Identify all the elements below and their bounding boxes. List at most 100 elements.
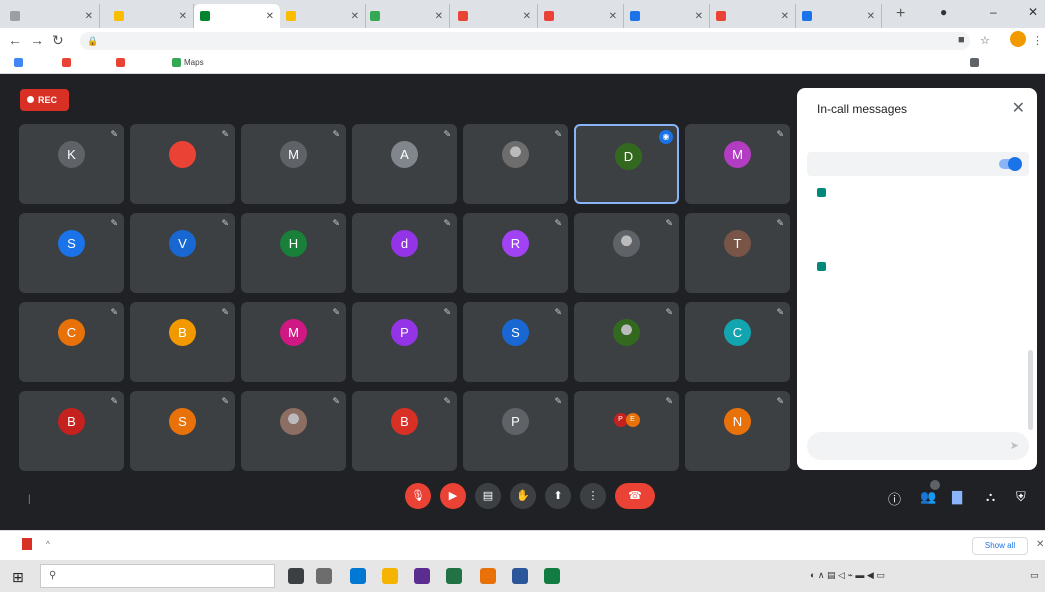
participant-tile[interactable]: ✎ P — [352, 302, 457, 382]
browser-tab[interactable]: ✕ — [194, 4, 280, 28]
participant-tile[interactable]: ✎ — [574, 213, 679, 293]
excel-icon[interactable] — [544, 568, 560, 584]
edge-icon[interactable] — [350, 568, 366, 584]
participant-tile[interactable]: ✎ K — [19, 124, 124, 204]
participant-tile[interactable]: ✎ C — [685, 302, 790, 382]
send-icon[interactable]: ➤ — [1010, 432, 1019, 460]
reload-icon[interactable]: ↻ — [52, 32, 64, 49]
camera-off-button[interactable]: ▶ — [440, 483, 466, 509]
new-tab-icon[interactable]: + — [896, 5, 905, 23]
chrome-icon[interactable] — [480, 568, 496, 584]
participant-tile[interactable]: ✎ S — [19, 213, 124, 293]
browser-tab[interactable]: ✕ — [452, 4, 538, 28]
host-controls-icon[interactable]: ⛨ — [1016, 489, 1026, 505]
bookmark-item[interactable] — [116, 58, 128, 67]
participant-tile[interactable]: ✎ — [241, 391, 346, 471]
close-tab-icon[interactable]: ✕ — [431, 11, 443, 22]
close-icon[interactable]: ✕ — [1012, 98, 1025, 118]
avatar[interactable] — [1010, 31, 1026, 47]
file-explorer-icon[interactable] — [382, 568, 398, 584]
close-tab-icon[interactable]: ✕ — [347, 11, 359, 22]
close-tab-icon[interactable]: ✕ — [863, 11, 875, 22]
participant-tile[interactable]: ◉ D — [574, 124, 679, 204]
close-tab-icon[interactable]: ✕ — [519, 11, 531, 22]
browser-tab[interactable]: ✕ — [624, 4, 710, 28]
bookmark-item[interactable] — [62, 58, 74, 67]
close-tab-icon[interactable]: ✕ — [81, 11, 93, 22]
browser-tab[interactable]: ✕ — [280, 4, 366, 28]
show-all-button[interactable]: Show all — [972, 537, 1028, 555]
chevron-up-icon[interactable]: ^ — [46, 540, 50, 549]
participant-tile[interactable]: ✎ C — [19, 302, 124, 382]
profile-badge-icon[interactable]: ● — [940, 5, 947, 19]
participant-tile[interactable]: ✎ S — [463, 302, 568, 382]
participant-tile[interactable]: ✎ M — [685, 124, 790, 204]
chat-scrollbar[interactable] — [1028, 350, 1033, 430]
close-tab-icon[interactable]: ✕ — [175, 11, 187, 22]
participant-tile[interactable]: ✎ M — [241, 124, 346, 204]
store-icon[interactable] — [414, 568, 430, 584]
bookmark-item[interactable]: Maps — [172, 58, 204, 67]
participant-tile[interactable]: ✎ — [574, 302, 679, 382]
close-tab-icon[interactable]: ✕ — [605, 11, 617, 22]
participant-tile[interactable]: ✎ P E — [574, 391, 679, 471]
windows-start-icon[interactable]: ⊞ — [12, 569, 24, 586]
participant-tile[interactable]: ✎ — [463, 124, 568, 204]
camera-icon[interactable]: ■ — [958, 34, 965, 46]
info-icon[interactable]: ⓘ — [888, 489, 901, 508]
participant-tile[interactable]: ✎ N — [685, 391, 790, 471]
notifications-icon[interactable]: ▭ — [1030, 570, 1039, 581]
download-item[interactable]: ^ — [22, 538, 50, 550]
participant-tile[interactable]: ✎ A — [352, 124, 457, 204]
word-icon[interactable] — [512, 568, 528, 584]
task-view-icon[interactable] — [316, 568, 332, 584]
close-icon[interactable]: ✕ — [1036, 539, 1044, 550]
taskbar-search[interactable]: ⚲ — [40, 564, 275, 588]
menu-icon[interactable]: ⋮ — [1032, 34, 1043, 47]
chat-input[interactable]: ➤ — [807, 432, 1029, 460]
close-tab-icon[interactable]: ✕ — [262, 11, 274, 22]
forward-icon[interactable]: → — [30, 32, 44, 48]
address-bar[interactable]: 🔒 — [80, 32, 970, 50]
minimize-icon[interactable]: – — [990, 5, 997, 19]
leave-call-button[interactable]: ☎ — [615, 483, 655, 509]
bookmark-item[interactable] — [14, 58, 26, 67]
raise-hand-button[interactable]: ✋ — [510, 483, 536, 509]
back-icon[interactable]: ← — [8, 32, 22, 48]
participant-tile[interactable]: ✎ M — [241, 302, 346, 382]
chat-permission-toggle[interactable] — [999, 157, 1022, 171]
bookmark-star-icon[interactable]: ☆ — [980, 34, 990, 47]
participant-tile[interactable]: ✎ P — [463, 391, 568, 471]
tray-icons[interactable]: ◐ ∧ ▤ ◁ ⌁ ▬ ◀ ▭ — [810, 570, 885, 581]
close-tab-icon[interactable]: ✕ — [691, 11, 703, 22]
browser-tab[interactable]: ✕ — [4, 4, 100, 28]
participant-tile[interactable]: ✎ — [130, 124, 235, 204]
participant-tile[interactable]: ✎ B — [130, 302, 235, 382]
mic-off-button[interactable]: 🎙 — [405, 483, 431, 509]
browser-tab[interactable]: ✕ — [108, 4, 194, 28]
browser-tab[interactable]: ✕ — [364, 4, 450, 28]
avatar: M — [280, 141, 307, 168]
chat-icon[interactable]: ▇ — [952, 489, 962, 505]
browser-tab[interactable]: ✕ — [538, 4, 624, 28]
participant-tile[interactable]: ✎ B — [352, 391, 457, 471]
participant-tile[interactable]: ✎ H — [241, 213, 346, 293]
captions-button[interactable]: ▤ — [475, 483, 501, 509]
app-icon[interactable] — [446, 568, 462, 584]
activities-icon[interactable]: ⛬ — [986, 489, 995, 505]
close-window-icon[interactable]: ✕ — [1028, 5, 1038, 19]
more-options-button[interactable]: ⋮ — [580, 483, 606, 509]
browser-tab[interactable]: ✕ — [710, 4, 796, 28]
participant-tile[interactable]: ✎ S — [130, 391, 235, 471]
participant-tile[interactable]: ✎ B — [19, 391, 124, 471]
participant-tile[interactable]: ✎ R — [463, 213, 568, 293]
close-tab-icon[interactable]: ✕ — [777, 11, 789, 22]
cortana-icon[interactable] — [288, 568, 304, 584]
other-bookmarks[interactable] — [970, 58, 982, 67]
participant-tile[interactable]: ✎ V — [130, 213, 235, 293]
people-icon[interactable]: 👥 — [920, 489, 936, 505]
participant-tile[interactable]: ✎ T — [685, 213, 790, 293]
participant-tile[interactable]: ✎ d — [352, 213, 457, 293]
browser-tab[interactable]: ✕ — [796, 4, 882, 28]
present-button[interactable]: ⬆ — [545, 483, 571, 509]
